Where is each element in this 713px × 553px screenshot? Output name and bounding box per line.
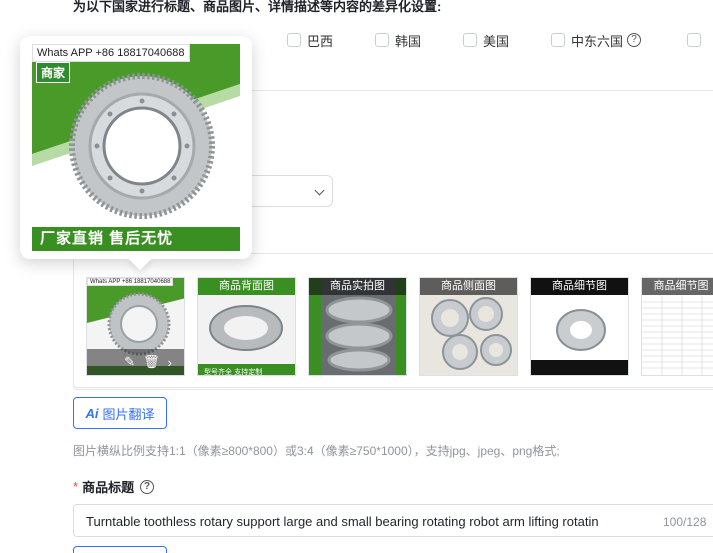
svg-text:型号齐全 支持定制: 型号齐全 支持定制	[204, 367, 262, 376]
brand-tag: 商家	[36, 62, 71, 83]
product-title-label: 商品标题	[82, 480, 135, 495]
checkbox-label: 美国	[483, 33, 510, 49]
image-preview-popup: Whats APP +86 18817040688 商家 厂家直销 售后无忧	[20, 36, 252, 271]
image-thumbnail[interactable]: 商品细节图	[530, 277, 629, 376]
section-heading: 为以下国家进行标题、商品图片、详情描述等内容的差异化设置:	[73, 0, 442, 14]
image-thumbnail[interactable]: 商品实拍图	[308, 277, 407, 376]
checkbox-middle-east[interactable]: 中东六国 ?	[551, 30, 642, 50]
product-title-value: Turntable toothless rotary support large…	[86, 514, 599, 529]
secondary-button[interactable]	[73, 546, 167, 553]
promo-banner: 厂家直销 售后无忧	[32, 227, 240, 251]
checkbox-label: 中东六国	[571, 33, 624, 49]
checkbox-label: 韩国	[395, 33, 422, 49]
thumbnail-toolbar: ✎ 🗑 ›	[87, 349, 184, 375]
checkbox-usa[interactable]: 美国	[463, 30, 509, 50]
image-format-hint: 图片横纵比例支持1:1（像素≥800*800）或3:4（像素≥750*1000）…	[73, 444, 560, 458]
thumbnail-caption: 商品侧面图	[420, 278, 517, 295]
checkbox-label: 巴西	[307, 33, 334, 49]
page: 为以下国家进行标题、商品图片、详情描述等内容的差异化设置: 巴西 韩国 美国 中…	[0, 0, 713, 553]
edit-icon[interactable]: ✎	[124, 354, 135, 370]
thumbnail-caption: 商品背面图	[198, 278, 295, 295]
checkbox-more[interactable]	[687, 30, 707, 50]
image-thumbnail[interactable]: 商品细节图	[641, 277, 713, 376]
checkbox-box[interactable]	[551, 33, 565, 47]
image-translate-label: 图片翻译	[102, 406, 155, 422]
product-title-label-row: * 商品标题 ?	[73, 477, 155, 496]
thumbnail-caption: 商品实拍图	[309, 278, 406, 295]
required-mark: *	[73, 479, 79, 494]
checkbox-box[interactable]	[375, 33, 389, 47]
help-circle-icon[interactable]: ?	[627, 33, 642, 47]
thumbnail-caption: 商品细节图	[531, 278, 628, 295]
product-title-input[interactable]: Turntable toothless rotary support large…	[73, 504, 713, 537]
image-thumbnail-main[interactable]: Whats APP +86 18817040688 ✎ 🗑 ›	[86, 277, 185, 376]
checkbox-brazil[interactable]: 巴西	[287, 30, 333, 50]
image-thumbnail[interactable]: 商品侧面图	[419, 277, 518, 376]
preview-image: Whats APP +86 18817040688 商家 厂家直销 售后无忧	[32, 44, 240, 251]
checkbox-box[interactable]	[687, 33, 701, 47]
image-thumbnail[interactable]: 型号齐全 支持定制 商品背面图	[197, 277, 296, 376]
thumbnail-caption: 商品细节图	[642, 278, 713, 295]
image-translate-button[interactable]: Ai 图片翻译	[73, 397, 167, 429]
character-counter: 100/128	[663, 515, 707, 529]
watermark-text: Whats APP +86 18817040688	[87, 278, 174, 286]
checkbox-korea[interactable]: 韩国	[375, 30, 421, 50]
delete-icon[interactable]: 🗑	[143, 354, 160, 370]
watermark-text: Whats APP +86 18817040688	[32, 44, 190, 62]
chevron-down-icon	[314, 185, 325, 196]
checkbox-box[interactable]	[287, 33, 301, 47]
help-circle-icon[interactable]: ?	[140, 479, 155, 494]
checkbox-box[interactable]	[463, 33, 477, 47]
ai-icon: Ai	[85, 405, 99, 421]
next-icon[interactable]: ›	[168, 355, 172, 370]
